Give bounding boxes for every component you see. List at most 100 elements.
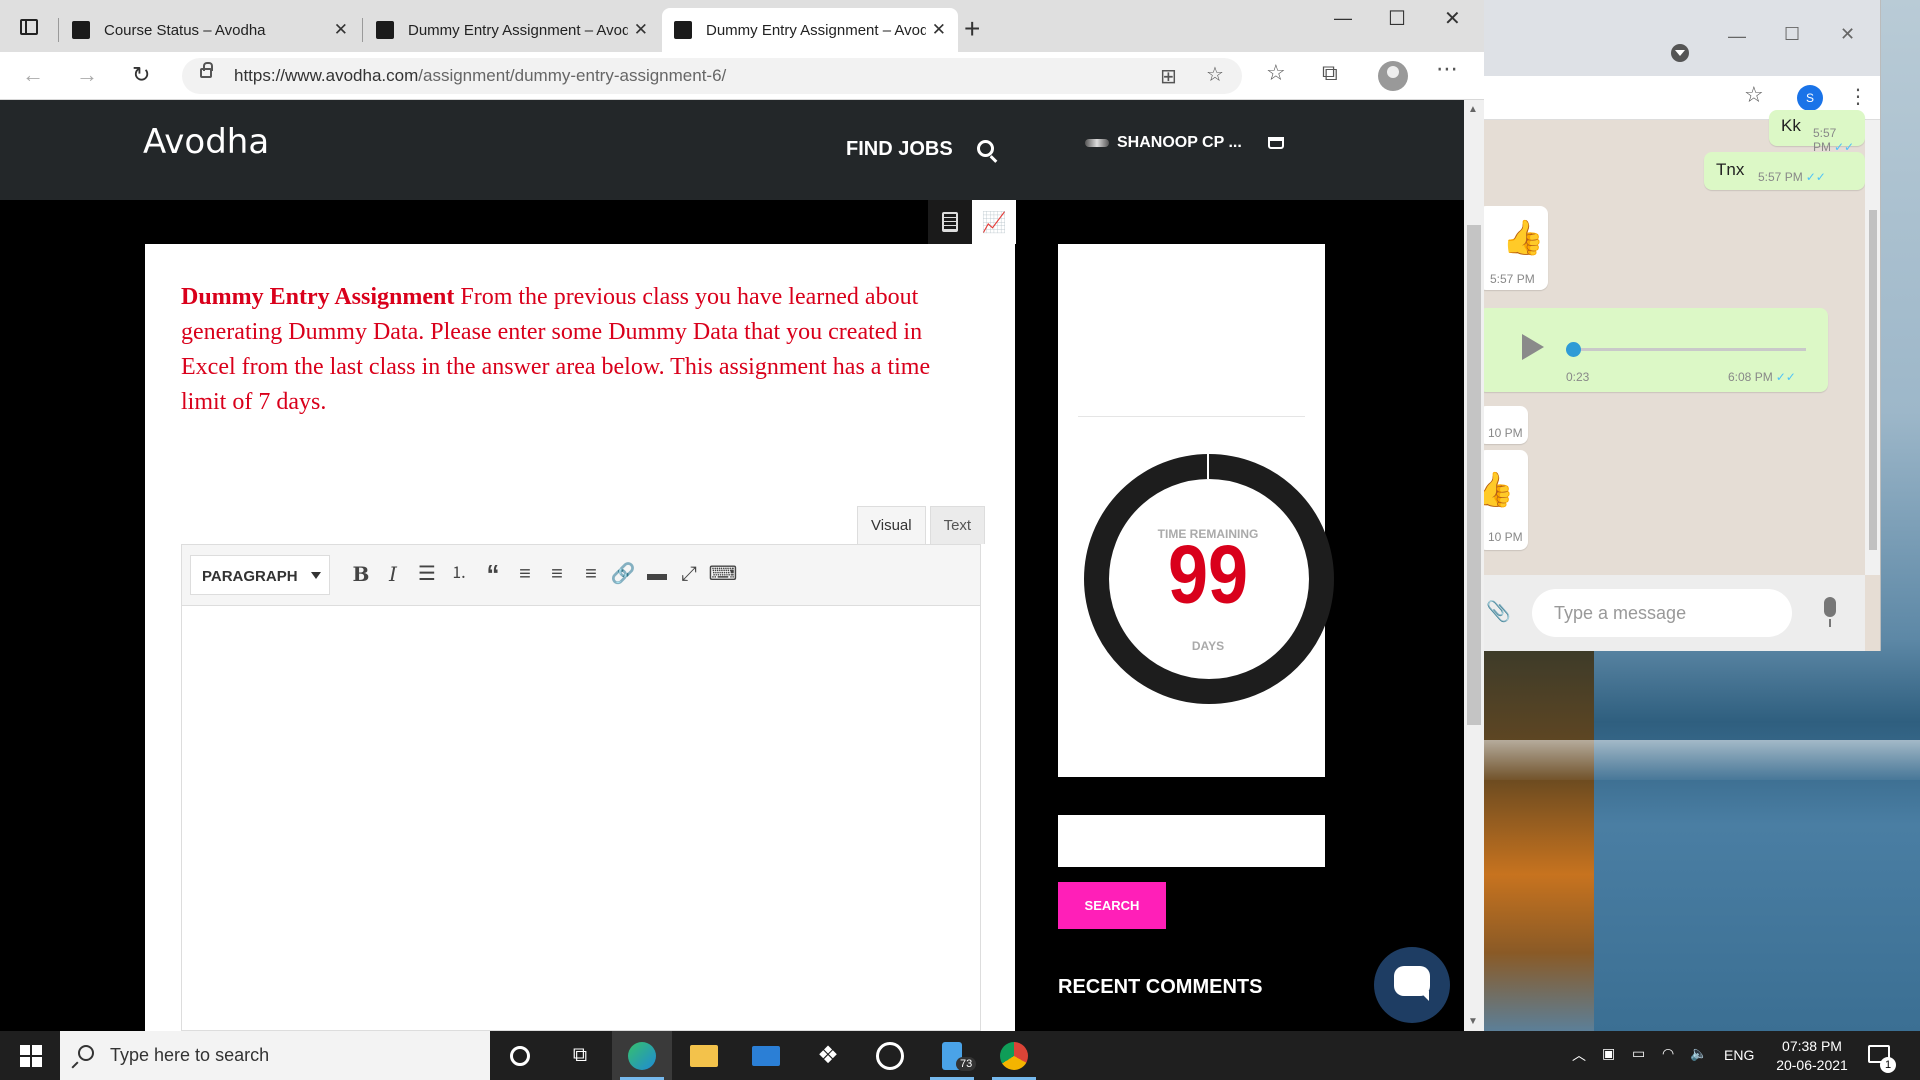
message-time: 5:57 PM — [1490, 272, 1535, 286]
start-icon[interactable] — [20, 1045, 42, 1067]
file-explorer-icon[interactable] — [674, 1031, 734, 1080]
sidebar-search-input[interactable] — [1058, 815, 1325, 867]
tab-title: Dummy Entry Assignment – Avodha — [408, 21, 628, 39]
fullscreen-icon[interactable]: ⤢ — [674, 559, 704, 589]
align-left-icon[interactable]: ≡ — [510, 559, 540, 589]
close-window-button[interactable]: ✕ — [1840, 24, 1855, 45]
bold-icon[interactable]: B — [346, 559, 376, 589]
profile-avatar[interactable] — [1378, 61, 1408, 91]
volume-icon[interactable]: 🔈 — [1690, 1045, 1707, 1062]
voice-track[interactable] — [1566, 348, 1806, 351]
cortana-icon[interactable] — [490, 1031, 550, 1080]
voice-message[interactable]: 0:23 6:08 PM ✓✓ — [1484, 308, 1828, 392]
minimize-button[interactable]: — — [1728, 26, 1746, 47]
search-button[interactable]: SEARCH — [1058, 882, 1166, 929]
battery-icon[interactable]: ▭ — [1632, 1045, 1645, 1062]
url-text: https://www.avodha.com/assignment/dummy-… — [234, 66, 726, 86]
lock-icon[interactable] — [200, 62, 213, 78]
chat-widget-icon[interactable] — [1374, 947, 1450, 1023]
message-time-text: 5:57 PM — [1813, 126, 1837, 154]
maximize-button[interactable]: ☐ — [1388, 6, 1406, 31]
progress-view-button[interactable]: 📈 — [972, 200, 1016, 244]
basket-icon[interactable] — [1268, 137, 1284, 149]
tab-text[interactable]: Text — [929, 506, 986, 544]
message-bubble[interactable]: 👍 10 PM — [1484, 450, 1528, 550]
tab-strip: Course Status – Avodha ✕ Dummy Entry Ass… — [0, 0, 1484, 52]
scrollbar-thumb[interactable] — [1467, 225, 1481, 725]
wifi-icon[interactable]: ◠ — [1662, 1045, 1674, 1062]
scroll-up-icon[interactable]: ▲ — [1468, 104, 1478, 115]
message-bubble[interactable]: Tnx 5:57 PM ✓✓ — [1704, 152, 1865, 190]
scrollbar-thumb[interactable] — [1869, 210, 1877, 550]
attach-icon[interactable]: 📎 — [1486, 599, 1511, 624]
tab-course-status[interactable]: Course Status – Avodha ✕ — [60, 8, 360, 52]
app-circle-icon[interactable] — [860, 1031, 920, 1080]
new-tab-button[interactable]: + — [964, 13, 980, 45]
answer-editor[interactable] — [181, 606, 981, 1031]
message-text: Kk — [1781, 116, 1801, 135]
dropbox-icon[interactable]: ❖ — [798, 1031, 858, 1080]
message-bubble[interactable]: 10 PM — [1484, 406, 1528, 444]
more-menu-icon[interactable]: ⋮ — [1848, 84, 1868, 109]
message-time: 10 PM — [1488, 426, 1523, 440]
more-menu-icon[interactable]: ⋯ — [1436, 56, 1458, 82]
language-indicator[interactable]: ENG — [1724, 1047, 1754, 1063]
bookmark-star-icon[interactable]: ☆ — [1744, 82, 1764, 108]
nav-find-jobs[interactable]: FIND JOBS — [846, 138, 953, 161]
close-window-button[interactable]: ✕ — [1444, 6, 1461, 31]
taskbar-clock[interactable]: 07:38 PM 20-06-2021 — [1762, 1037, 1862, 1075]
forward-icon[interactable]: → — [76, 62, 98, 88]
align-center-icon[interactable]: ≡ — [542, 559, 572, 589]
voice-scrubber[interactable] — [1566, 342, 1581, 357]
close-tab-icon[interactable]: ✕ — [334, 20, 348, 40]
italic-icon[interactable]: I — [378, 559, 408, 589]
play-icon[interactable] — [1522, 334, 1544, 360]
microphone-icon[interactable] — [1824, 597, 1836, 627]
refresh-icon[interactable]: ↻ — [132, 62, 150, 88]
scroll-down-icon[interactable]: ▼ — [1468, 1016, 1478, 1027]
search-icon — [78, 1045, 94, 1061]
format-select[interactable]: PARAGRAPH — [190, 555, 330, 595]
toolbar-toggle-icon[interactable]: ⌨ — [708, 559, 738, 589]
taskbar-search[interactable]: Type here to search — [60, 1031, 490, 1080]
message-bubble[interactable]: Kk 5:57 PM ✓✓ — [1769, 110, 1865, 154]
minimize-button[interactable]: — — [1334, 8, 1352, 29]
close-tab-icon[interactable]: ✕ — [634, 20, 648, 40]
favorites-icon[interactable]: ☆ — [1266, 60, 1286, 86]
tab-visual[interactable]: Visual — [857, 506, 926, 544]
bullet-list-icon[interactable]: ☰ — [412, 559, 442, 589]
document-view-button[interactable] — [928, 200, 972, 244]
tray-device-icon[interactable]: ▣ — [1602, 1045, 1615, 1062]
site-logo[interactable]: Avodha — [143, 122, 269, 162]
chrome-icon[interactable] — [984, 1031, 1044, 1080]
search-icon[interactable] — [977, 140, 994, 157]
profile-avatar[interactable]: S — [1797, 85, 1823, 111]
tab-actions-icon[interactable] — [20, 19, 38, 35]
mail-icon[interactable] — [736, 1031, 796, 1080]
chevron-down-icon[interactable] — [1671, 44, 1689, 62]
tray-chevron-icon[interactable]: ︿ — [1572, 1045, 1586, 1065]
edge-app-icon[interactable] — [612, 1031, 672, 1080]
page-scrollbar[interactable]: ▲ ▼ — [1464, 100, 1484, 1031]
compose-bar: 📎 Type a message — [1484, 575, 1865, 651]
user-menu[interactable]: SHANOOP CP ... — [1085, 134, 1242, 152]
link-icon[interactable]: 🔗 — [608, 559, 638, 589]
message-bubble[interactable]: 👍 5:57 PM — [1484, 206, 1548, 290]
url-field[interactable]: https://www.avodha.com/assignment/dummy-… — [182, 58, 1242, 94]
collections-icon[interactable]: ⧉ — [1322, 60, 1338, 86]
task-view-icon[interactable]: ⧉ — [550, 1031, 610, 1080]
app-available-icon[interactable]: ⊞ — [1160, 64, 1177, 89]
chat-scrollbar[interactable] — [1865, 120, 1880, 575]
phone-app-icon[interactable]: 73 — [922, 1031, 982, 1080]
add-favorite-icon[interactable]: ☆ — [1206, 62, 1224, 87]
tab-dummy-entry-active[interactable]: Dummy Entry Assignment – Avodha ✕ — [662, 8, 958, 52]
maximize-button[interactable]: ☐ — [1784, 24, 1800, 45]
close-tab-icon[interactable]: ✕ — [932, 20, 946, 40]
tab-dummy-entry-1[interactable]: Dummy Entry Assignment – Avodha ✕ — [364, 8, 660, 52]
read-more-icon[interactable]: ▬ — [642, 559, 672, 589]
message-input[interactable]: Type a message — [1532, 589, 1792, 637]
align-right-icon[interactable]: ≡ — [576, 559, 606, 589]
blockquote-icon[interactable]: “ — [478, 559, 508, 589]
numbered-list-icon[interactable]: ⒈ — [444, 559, 474, 589]
back-icon[interactable]: ← — [22, 62, 44, 88]
